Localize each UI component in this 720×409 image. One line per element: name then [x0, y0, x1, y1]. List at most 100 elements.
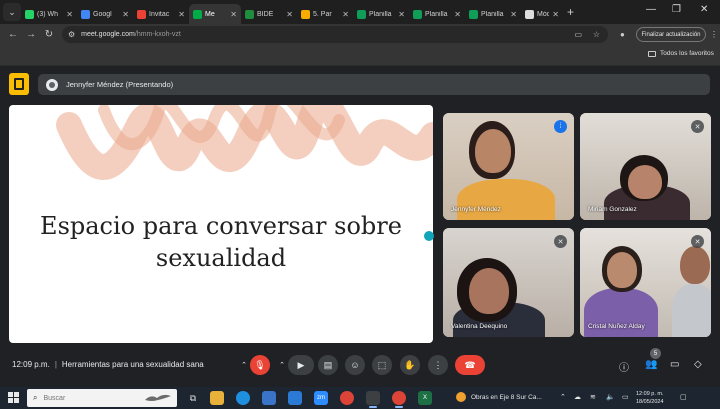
- browser-tab[interactable]: BIDE ✕: [241, 4, 297, 24]
- meeting-time: 12:09 p.m.: [12, 360, 50, 369]
- browser-tab[interactable]: Me ✕: [189, 4, 241, 24]
- video-options-chevron-icon[interactable]: ⌃: [276, 355, 288, 375]
- close-tab-icon[interactable]: ✕: [122, 10, 129, 19]
- wifi-icon[interactable]: ≋: [590, 393, 596, 401]
- close-tab-icon[interactable]: ✕: [178, 10, 185, 19]
- chat-icon[interactable]: ▭: [670, 359, 679, 370]
- leave-call-button[interactable]: ☎: [455, 355, 485, 375]
- url-text: meet.google.com/hmm-kxoh-vzt: [81, 31, 181, 38]
- onedrive-icon[interactable]: ☁: [574, 393, 581, 401]
- tab-label: Planilla: [425, 10, 448, 18]
- cast-icon[interactable]: ▭: [574, 30, 582, 39]
- participant-name: Cristal Nuñez Alday: [588, 323, 645, 330]
- meet-presentation-icon[interactable]: [9, 73, 29, 95]
- clock-date: 18/05/2024: [636, 399, 664, 405]
- close-tab-icon[interactable]: ✕: [510, 10, 517, 19]
- browser-tab[interactable]: (3) Wh ✕: [21, 4, 77, 24]
- audio-options-chevron-icon[interactable]: ⌃: [238, 355, 250, 375]
- browser-menu-icon[interactable]: ⋮: [710, 30, 718, 39]
- tab-list: (3) Wh ✕ Googl ✕ Invitac ✕ Me ✕ BIDE ✕ 5. Par ✕ Plan…: [21, 0, 563, 24]
- close-tab-icon[interactable]: ✕: [286, 10, 293, 19]
- tray-chevron-icon[interactable]: ⌃: [560, 393, 566, 401]
- new-tab-button[interactable]: +: [567, 5, 574, 19]
- notifications-icon[interactable]: ▢: [680, 393, 687, 401]
- battery-icon[interactable]: ▭: [622, 393, 629, 401]
- muted-mic-icon: ✕: [554, 235, 567, 248]
- zoom-icon[interactable]: zm: [314, 391, 328, 405]
- tab-label: Planilla: [481, 10, 504, 18]
- system-clock[interactable]: 12:09 p. m. 18/05/2024: [636, 390, 664, 406]
- browser-tab[interactable]: Planilla ✕: [465, 4, 521, 24]
- bookmark-star-icon[interactable]: ☆: [593, 30, 600, 39]
- slide-title: Espacio para conversar sobre sexualidad: [9, 210, 433, 274]
- close-tab-icon[interactable]: ✕: [342, 10, 349, 19]
- volume-icon[interactable]: 🔈: [606, 393, 615, 401]
- reload-icon[interactable]: ↻: [44, 29, 54, 40]
- tab-search-icon[interactable]: ⌄: [3, 3, 21, 21]
- chrome-active-icon[interactable]: [392, 391, 406, 408]
- meeting-details-icon[interactable]: ⓘ: [619, 359, 629, 374]
- forward-icon[interactable]: →: [26, 29, 36, 40]
- tab-label: Invitac: [149, 10, 170, 18]
- weather-icon: [456, 392, 466, 402]
- store-icon[interactable]: [262, 391, 276, 405]
- url-field[interactable]: ⚙ meet.google.com/hmm-kxoh-vzt ▭ ☆: [62, 26, 608, 43]
- captions-button[interactable]: ▤: [318, 355, 338, 375]
- close-tab-icon[interactable]: ✕: [230, 10, 237, 19]
- camera-button[interactable]: ▶: [288, 355, 314, 375]
- chrome-profile-icon[interactable]: [366, 391, 380, 408]
- minimize-icon[interactable]: —: [646, 4, 656, 15]
- mail-icon[interactable]: [288, 391, 302, 405]
- page-icon: [525, 9, 534, 19]
- file-explorer-icon[interactable]: [210, 391, 224, 405]
- activities-icon[interactable]: ◇: [694, 359, 702, 370]
- back-icon[interactable]: ←: [8, 29, 18, 40]
- task-view-icon[interactable]: ⧉: [186, 391, 200, 405]
- participant-tile[interactable]: ⁞ Jennyfer Méndez: [443, 113, 574, 220]
- browser-tab[interactable]: Googl ✕: [77, 4, 133, 24]
- folder-icon: [648, 50, 656, 57]
- news-widget[interactable]: Obras en Eje 8 Sur Ca...: [456, 392, 542, 402]
- close-tab-icon[interactable]: ✕: [66, 10, 73, 19]
- speaking-indicator-icon: ⁞: [554, 120, 567, 133]
- more-options-button[interactable]: ⋮: [428, 355, 448, 375]
- people-count-badge: 5: [650, 348, 661, 359]
- drive-icon: [301, 9, 310, 19]
- profile-icon[interactable]: ●: [620, 30, 625, 39]
- bide-icon: [245, 9, 254, 19]
- browser-tab[interactable]: Planilla ✕: [353, 4, 409, 24]
- close-tab-icon[interactable]: ✕: [398, 10, 405, 19]
- mic-off-button[interactable]: 🎙: [250, 355, 270, 375]
- participant-tile[interactable]: ✕ Valentina Deequino: [443, 228, 574, 337]
- close-tab-icon[interactable]: ✕: [454, 10, 461, 19]
- raise-hand-button[interactable]: ✋: [400, 355, 420, 375]
- taskbar-search-input[interactable]: [43, 394, 134, 402]
- news-widget-label: Obras en Eje 8 Sur Ca...: [471, 393, 542, 401]
- emoji-reactions-button[interactable]: ☺: [345, 355, 365, 375]
- site-info-icon[interactable]: ⚙: [68, 30, 75, 39]
- browser-tab[interactable]: 5. Par ✕: [297, 4, 353, 24]
- present-screen-button[interactable]: ⬚: [372, 355, 392, 375]
- sheets-icon: [413, 9, 422, 19]
- slide-title-line-2: sexualidad: [155, 244, 287, 272]
- excel-icon[interactable]: X: [418, 391, 432, 405]
- participant-name: Jennyfer Méndez: [451, 206, 501, 213]
- edge-icon[interactable]: [236, 391, 250, 405]
- update-browser-button[interactable]: Finalizar actualización: [636, 27, 706, 42]
- maximize-icon[interactable]: ❐: [672, 4, 681, 15]
- windows-start-icon[interactable]: [8, 392, 19, 403]
- whatsapp-icon: [25, 9, 34, 19]
- browser-tab-strip: ⌄ (3) Wh ✕ Googl ✕ Invitac ✕ Me ✕ BIDE ✕ 5. Par ✕ Pl…: [0, 0, 720, 24]
- chrome-icon[interactable]: [340, 391, 354, 405]
- meeting-info: 12:09 p.m. | Herramientas para una sexuali…: [12, 360, 204, 369]
- participant-tile[interactable]: ✕ Cristal Nuñez Alday: [580, 228, 711, 337]
- close-window-icon[interactable]: ✕: [700, 4, 708, 15]
- browser-tab[interactable]: Planilla ✕: [409, 4, 465, 24]
- all-bookmarks-button[interactable]: Todos los favoritos: [648, 50, 714, 57]
- taskbar-search[interactable]: ⌕: [27, 389, 177, 407]
- close-tab-icon[interactable]: ✕: [552, 10, 559, 19]
- browser-tab[interactable]: Invitac ✕: [133, 4, 189, 24]
- participant-tile[interactable]: ✕ Miriam Gonzalez: [580, 113, 711, 220]
- browser-tab[interactable]: Módul✕: [521, 4, 563, 24]
- people-icon[interactable]: 👥: [645, 359, 657, 370]
